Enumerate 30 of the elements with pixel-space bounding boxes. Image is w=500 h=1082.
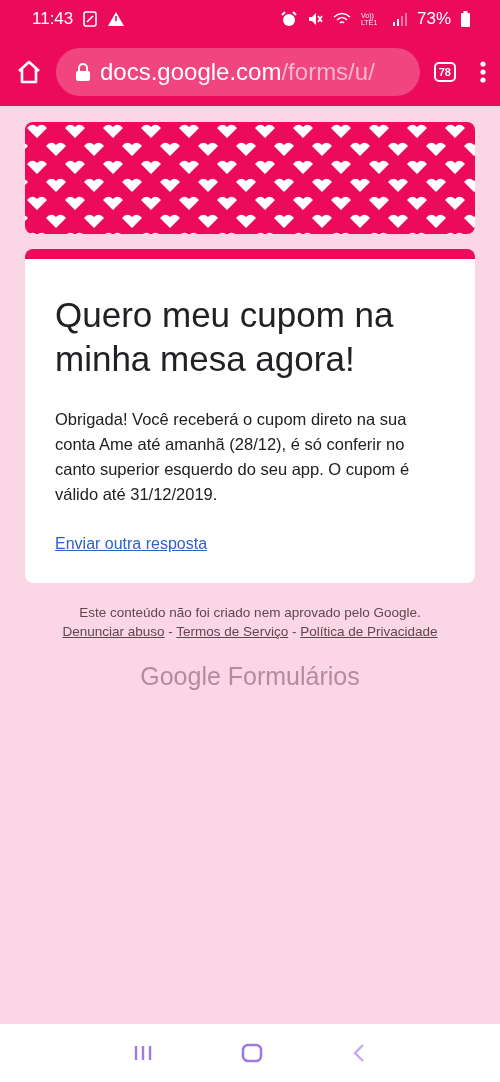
mute-icon [306, 11, 323, 27]
back-icon[interactable] [351, 1043, 366, 1063]
alarm-icon [280, 11, 297, 27]
footer-link[interactable]: Denunciar abuso [62, 624, 165, 639]
footer-link[interactable]: Política de Privacidade [300, 624, 438, 639]
link-separator: - [291, 624, 297, 639]
home-button-icon[interactable] [241, 1043, 263, 1063]
logo-brand: Google [140, 662, 221, 690]
wifi-icon [332, 12, 351, 26]
warning-icon [107, 11, 126, 27]
tab-count-button[interactable]: 78 [433, 62, 456, 82]
recent-apps-icon[interactable] [134, 1045, 153, 1061]
footer-link[interactable]: Termos de Serviço [176, 624, 289, 639]
disclaimer-text: Este conteúdo não foi criado nem aprovado pelo Google. [78, 604, 422, 622]
sync-icon [83, 11, 98, 27]
confirmation-message: Obrigada! Você receberá o cupom direto na sua conta Ame até amanhã (28/12), é só conferir no canto superior esquerdo do seu app. O cupom é válido até 31/12/2019. [55, 409, 411, 505]
url-path: /forms/u/ [281, 58, 375, 85]
battery-percent: 73% [416, 9, 451, 29]
link-separator: - [168, 624, 173, 639]
logo-product: Formulários [227, 662, 360, 690]
signal-icon [392, 12, 407, 26]
submit-another-link[interactable]: Enviar outra resposta [55, 535, 208, 553]
more-options-icon[interactable] [480, 61, 486, 83]
lock-icon [76, 63, 90, 81]
home-icon[interactable] [16, 59, 42, 85]
battery-icon [461, 11, 470, 27]
status-time: 11:43 [32, 9, 74, 29]
address-bar[interactable]: docs.google.com/forms/u/ [56, 48, 420, 96]
url-domain: docs.google.com [100, 58, 282, 85]
form-title: Quero meu cupom na minha mesa agora! [55, 294, 395, 380]
